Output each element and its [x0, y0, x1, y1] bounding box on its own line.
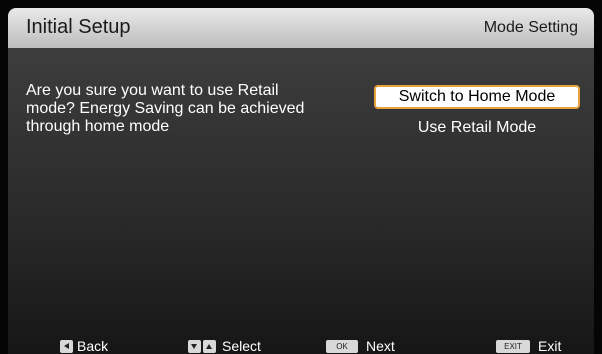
select-hint: Select — [188, 338, 261, 354]
use-retail-mode-button[interactable]: Use Retail Mode — [374, 116, 580, 140]
switch-to-home-mode-button[interactable]: Switch to Home Mode — [374, 85, 580, 109]
section-title: Mode Setting — [483, 19, 578, 36]
exit-key-icon: EXIT — [496, 339, 530, 353]
setup-window: Initial Setup Mode Setting Are you sure … — [8, 8, 594, 354]
confirm-message: Are you sure you want to use Retail mode… — [26, 82, 305, 135]
exit-hint[interactable]: EXIT Exit — [496, 338, 561, 354]
back-hint[interactable]: Back — [60, 338, 108, 354]
exit-label: Exit — [538, 338, 562, 354]
left-arrow-key-icon — [60, 339, 73, 353]
back-label: Back — [77, 338, 109, 354]
next-hint[interactable]: OK Next — [326, 338, 395, 354]
up-arrow-key-icon — [203, 339, 216, 353]
footer-hints: Back Select OK Next EXIT Exit — [8, 334, 594, 354]
ok-key-icon: OK — [326, 339, 358, 353]
down-arrow-key-icon — [188, 339, 201, 353]
select-label: Select — [222, 338, 261, 354]
content-area: Are you sure you want to use Retail mode… — [8, 48, 594, 354]
page-title: Initial Setup — [26, 16, 131, 38]
title-bar: Initial Setup Mode Setting — [8, 8, 594, 48]
next-label: Next — [366, 338, 395, 354]
